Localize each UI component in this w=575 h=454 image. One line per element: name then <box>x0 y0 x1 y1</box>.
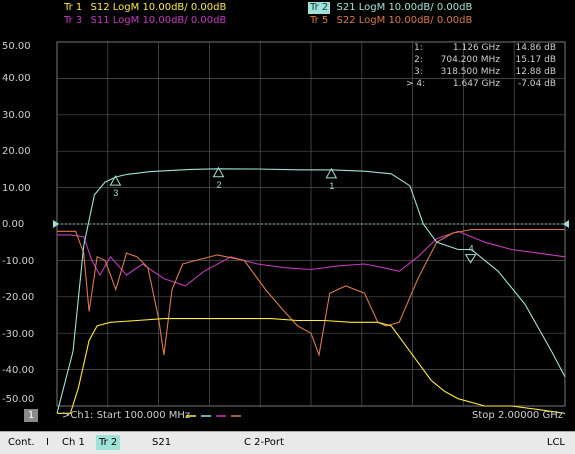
stop-frequency[interactable]: Stop 2.00000 GHz <box>472 410 563 421</box>
marker-2-label: 2 <box>217 180 222 190</box>
trace-color-legend <box>186 415 241 417</box>
y-tick-label: 0.00 <box>2 219 25 230</box>
status-bar: Cont. I Ch 1 Tr 2 S21 C 2-Port LCL <box>0 431 575 454</box>
marker-value: 14.86 dB <box>515 43 556 53</box>
marker-freq: 704.200 MHz <box>440 55 500 65</box>
marker-value: 15.17 dB <box>515 55 556 65</box>
marker-value: 12.88 dB <box>515 67 556 77</box>
status-channel[interactable]: Ch 1 <box>62 434 85 452</box>
vna-screen: Tr 1 S12 LogM 10.00dB/ 0.00dB Tr 2 S21 L… <box>0 0 575 453</box>
status-lcl[interactable]: LCL <box>547 434 565 452</box>
grid <box>53 41 569 407</box>
marker-4-triangle <box>464 254 477 264</box>
marker-index: 1: <box>414 43 423 53</box>
y-tick-label: 40.00 <box>2 73 31 84</box>
y-tick-label: -40.00 <box>2 365 35 376</box>
start-frequency[interactable]: >Ch1: Start 100.000 MHz <box>62 410 190 421</box>
status-parameter[interactable]: S21 <box>152 434 171 452</box>
status-active-trace[interactable]: Tr 2 <box>96 435 121 450</box>
marker-3-label: 3 <box>113 188 118 198</box>
marker-index: 3: <box>414 67 423 77</box>
y-tick-label: -10.00 <box>2 256 35 267</box>
marker-1-label: 1 <box>329 181 334 191</box>
markers: 1 2 3 4 <box>109 166 477 264</box>
y-tick-label: -50.00 <box>2 394 35 405</box>
y-tick-label: 50.00 <box>2 41 31 52</box>
status-separator: I <box>46 437 49 448</box>
y-tick-label: -20.00 <box>2 292 35 303</box>
status-calibration[interactable]: C 2-Port <box>244 434 284 452</box>
marker-4-label: 4 <box>469 244 474 254</box>
y-tick-label: 10.00 <box>2 183 31 194</box>
sweep-mode[interactable]: Cont. <box>8 434 35 452</box>
marker-freq: 1.126 GHz <box>452 43 500 53</box>
sweep-info-bar: 1 >Ch1: Start 100.000 MHz Stop 2.00000 G… <box>0 407 575 429</box>
marker-value: -7.04 dB <box>517 79 556 89</box>
y-tick-label: 30.00 <box>2 110 31 121</box>
y-tick-label: 20.00 <box>2 146 31 157</box>
marker-index: > 4: <box>406 79 426 89</box>
marker-index: 2: <box>414 55 423 65</box>
y-tick-label: -30.00 <box>2 329 35 340</box>
reference-marker-right <box>563 220 569 228</box>
marker-freq: 318.500 MHz <box>440 67 500 77</box>
channel-number-button[interactable]: 1 <box>24 409 38 422</box>
marker-freq: 1.647 GHz <box>452 79 500 89</box>
